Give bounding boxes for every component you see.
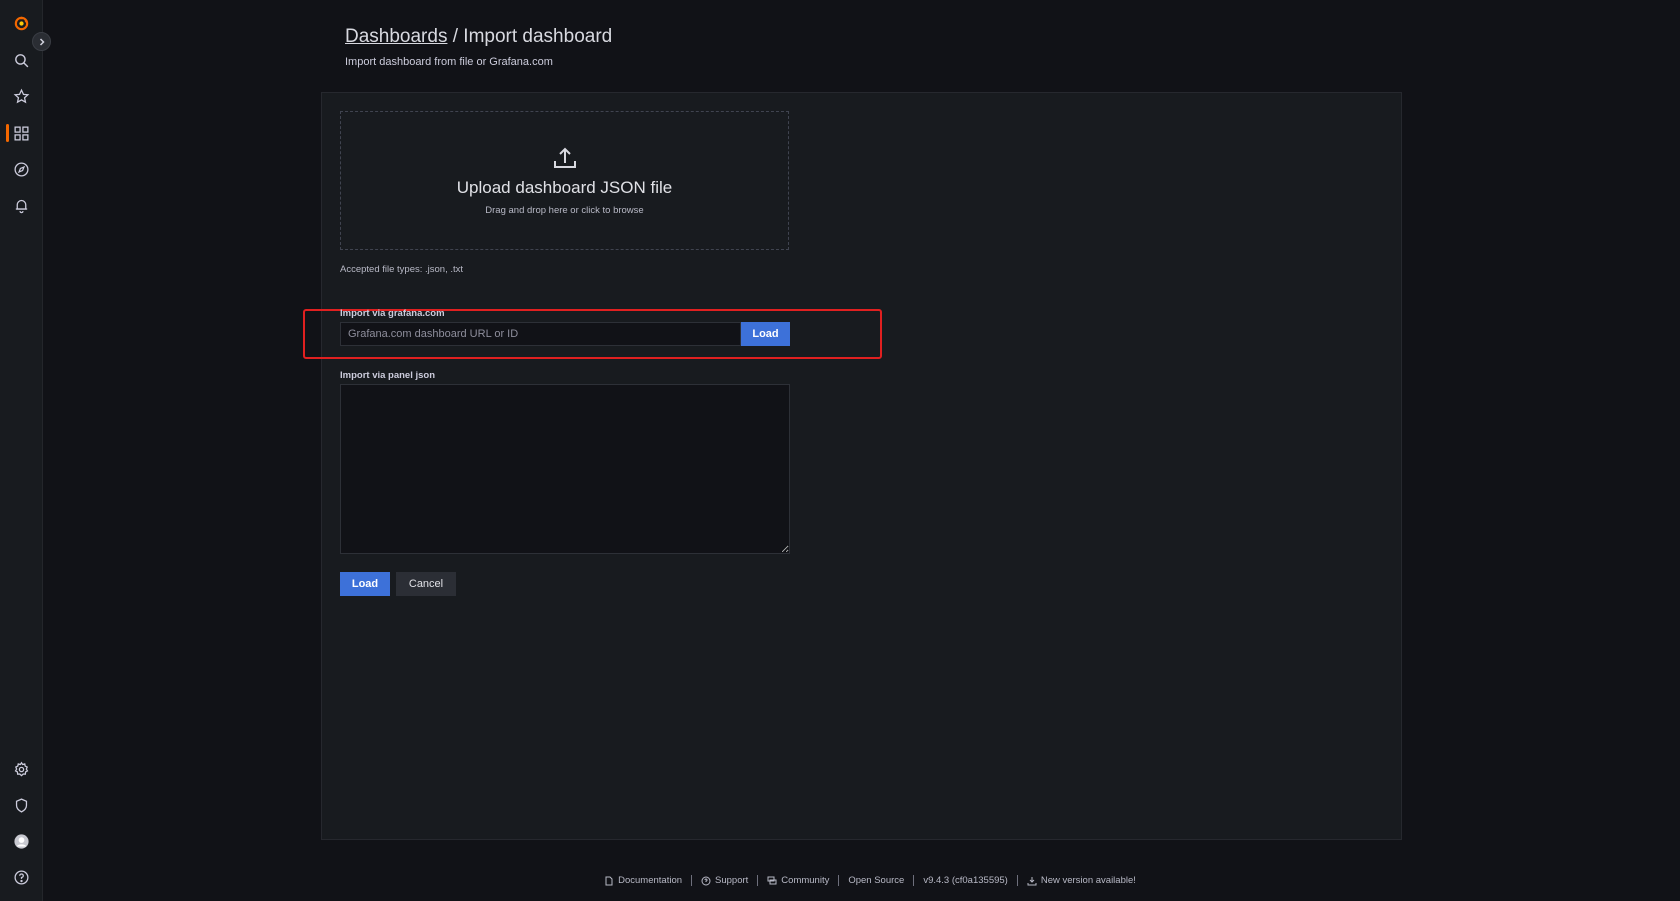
search-icon[interactable] (10, 49, 32, 71)
grafana-import-label: Import via grafana.com (340, 308, 445, 319)
dashboards-icon[interactable] (10, 122, 32, 144)
new-version-link[interactable]: New version available! (1041, 875, 1136, 886)
footer-new-version[interactable]: New version available! (1016, 875, 1145, 886)
download-icon (1027, 876, 1037, 885)
footer: Documentation Support Community Open Sou… (0, 875, 1680, 886)
question-circle-icon (701, 876, 711, 885)
upload-title: Upload dashboard JSON file (456, 178, 673, 197)
upload-hint: Drag and drop here or click to browse (485, 205, 644, 216)
accepted-file-types: Accepted file types: .json, .txt (340, 264, 464, 275)
shield-icon[interactable] (10, 794, 32, 816)
footer-support[interactable]: Support (691, 875, 757, 886)
panel-json-textarea[interactable] (340, 384, 790, 554)
community-link[interactable]: Community (781, 875, 829, 886)
version-text: v9.4.3 (cf0a135595) (923, 875, 1008, 886)
open-source-link[interactable]: Open Source (848, 875, 904, 886)
breadcrumb-separator: / (447, 26, 464, 47)
load-button[interactable]: Load (340, 572, 390, 596)
alerting-icon[interactable] (10, 194, 32, 216)
sidebar (0, 0, 43, 901)
page-title: Dashboards / Import dashboard (345, 26, 612, 48)
grafana-load-button[interactable]: Load (741, 322, 790, 346)
avatar[interactable] (10, 830, 32, 852)
support-link[interactable]: Support (715, 875, 748, 886)
gear-icon[interactable] (10, 758, 32, 780)
expand-sidebar-button[interactable] (32, 32, 51, 51)
upload-icon (552, 145, 578, 176)
page-header: Dashboards / Import dashboard Import das… (345, 26, 612, 68)
grafana-logo-icon[interactable] (10, 12, 32, 34)
explore-icon[interactable] (10, 158, 32, 180)
footer-documentation[interactable]: Documentation (595, 875, 691, 886)
active-indicator (6, 124, 9, 142)
cancel-button[interactable]: Cancel (396, 572, 456, 596)
star-icon[interactable] (10, 85, 32, 107)
breadcrumb-current: Import dashboard (463, 26, 613, 47)
page-subtitle: Import dashboard from file or Grafana.co… (345, 56, 553, 68)
grafana-url-input[interactable] (340, 322, 741, 346)
footer-open-source[interactable]: Open Source (838, 875, 913, 886)
upload-dropzone[interactable]: Upload dashboard JSON file Drag and drop… (340, 111, 789, 250)
breadcrumb-dashboards-link[interactable]: Dashboards (345, 26, 447, 47)
footer-community[interactable]: Community (757, 875, 838, 886)
documentation-link[interactable]: Documentation (618, 875, 682, 886)
panel-json-label: Import via panel json (340, 370, 436, 381)
chevron-right-icon (39, 37, 45, 46)
document-icon (605, 876, 613, 885)
comments-icon (767, 876, 777, 884)
footer-version: v9.4.3 (cf0a135595) (913, 875, 1017, 886)
